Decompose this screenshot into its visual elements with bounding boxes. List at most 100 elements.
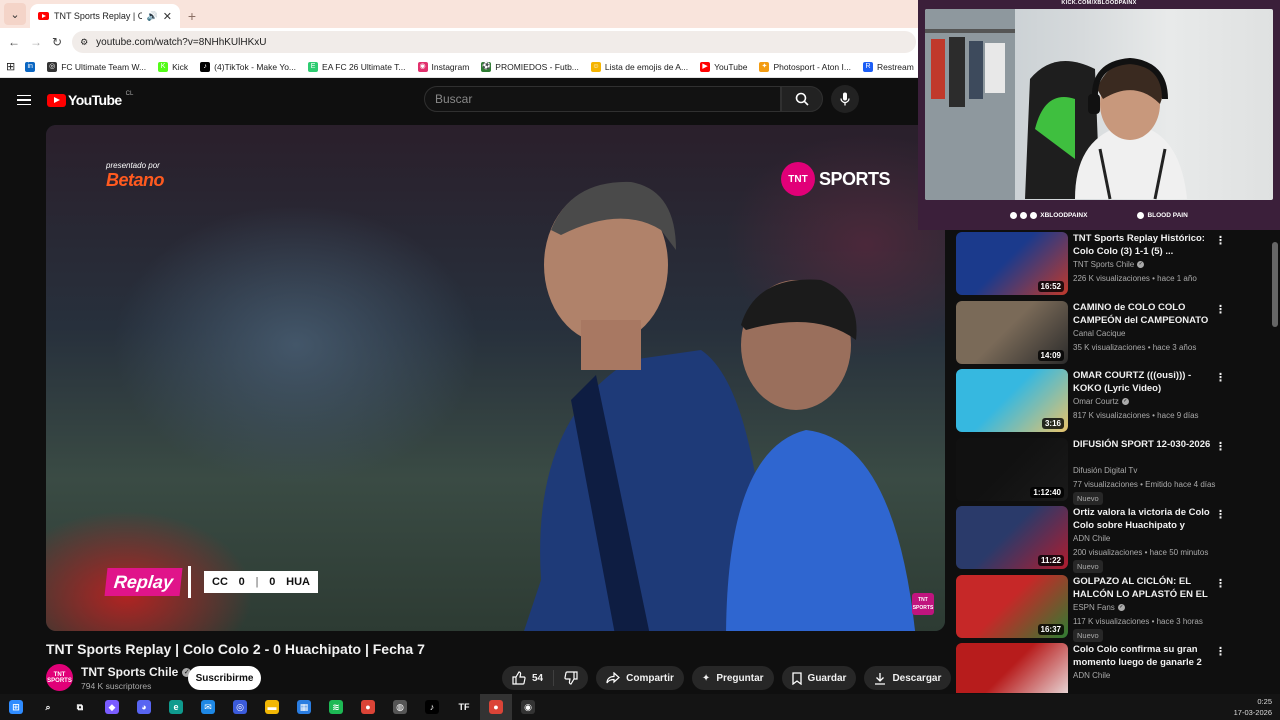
more-options-icon[interactable]: ⋮ (1215, 303, 1226, 316)
recommended-channel[interactable]: ESPN Fans ✓ (1073, 603, 1125, 612)
bookmark-item[interactable]: ♪ (4)TikTok - Make Yo... (198, 61, 298, 72)
bookmark-item[interactable]: R Restream (861, 61, 916, 72)
bookmark-item[interactable]: ◉ Instagram (416, 61, 472, 72)
recommended-video[interactable]: 3:16 OMAR COURTZ (((ousi))) - KOKO (Lyric… (956, 367, 1268, 432)
taskbar-store-icon[interactable]: ▦ (288, 694, 320, 720)
taskbar-tf-icon[interactable]: TF (448, 694, 480, 720)
site-info-icon[interactable]: ⚙ (80, 37, 88, 48)
scrollbar[interactable] (1272, 230, 1278, 693)
taskbar-spotify-icon[interactable]: ≋ (320, 694, 352, 720)
more-options-icon[interactable]: ⋮ (1215, 440, 1226, 453)
bookmark-item[interactable]: ✦ Photosport - Aton I... (757, 61, 853, 72)
recommended-meta: 35 K visualizaciones • hace 3 años (1073, 342, 1197, 352)
recommended-channel[interactable]: Canal Cacique (1073, 329, 1125, 338)
more-options-icon[interactable]: ⋮ (1215, 577, 1226, 590)
recommended-title[interactable]: DIFUSIÓN SPORT 12-030-2026 (1073, 438, 1213, 451)
search-input[interactable]: Buscar (424, 86, 781, 112)
video-thumbnail[interactable]: 14:09 (956, 300, 1068, 364)
recommended-channel-name: Difusión Digital Tv (1073, 465, 1138, 475)
bookmark-item[interactable]: ▶ YouTube (698, 61, 749, 72)
system-clock[interactable]: 0:25 17-03-2026 (1234, 696, 1272, 718)
video-thumbnail[interactable]: 1:12:40 (956, 437, 1068, 501)
video-thumbnail[interactable] (956, 643, 1068, 693)
recommended-video[interactable]: 16:52 TNT Sports Replay Histórico: Colo C… (956, 230, 1268, 295)
bookmark-item[interactable]: ◎ FC Ultimate Team W... (45, 61, 148, 72)
close-tab-icon[interactable]: ✕ (163, 10, 172, 23)
taskbar-ring-icon[interactable]: ◎ (224, 694, 256, 720)
taskbar-mail-icon[interactable]: ✉ (192, 694, 224, 720)
bookmark-item[interactable]: K Kick (156, 61, 190, 72)
bookmark-item[interactable]: E EA FC 26 Ultimate T... (306, 61, 407, 72)
apps-grid-icon[interactable]: ⊞ (6, 60, 15, 73)
voice-search-button[interactable] (831, 85, 859, 113)
taskbar-explorer-icon[interactable]: ▬ (256, 694, 288, 720)
video-player[interactable]: presentado por Betano TNT SPORTS Replay … (46, 125, 945, 631)
tab-search-button[interactable]: ⌄ (4, 3, 26, 25)
more-options-icon[interactable]: ⋮ (1215, 371, 1226, 384)
more-options-icon[interactable]: ⋮ (1215, 234, 1226, 247)
channel-name[interactable]: TNT Sports Chile ✓ (81, 665, 192, 679)
recommended-title[interactable]: GOLPAZO AL CICLÓN: EL HALCÓN LO APLASTÓ … (1073, 575, 1213, 601)
recommended-channel-name: TNT Sports Chile (1073, 260, 1135, 269)
subscribe-button[interactable]: Suscribirme (188, 666, 261, 690)
video-thumbnail[interactable]: 11:22 (956, 506, 1068, 569)
recommended-video[interactable]: 14:09 CAMINO de COLO COLO CAMPEÓN del CAM… (956, 299, 1268, 364)
back-icon[interactable]: ← (8, 35, 20, 49)
browser-tab[interactable]: TNT Sports Replay | Colo C 🔊 ✕ (30, 4, 180, 28)
download-button[interactable]: Descargar (864, 666, 952, 690)
taskbar-obs-icon[interactable]: ◉ (512, 694, 544, 720)
speaker-icon[interactable]: 🔊 (147, 11, 158, 22)
search-glyph-icon: ⌕ (41, 700, 55, 714)
video-thumbnail[interactable]: 3:16 (956, 369, 1068, 432)
address-bar[interactable]: ⚙ youtube.com/watch?v=8NHhKUlHKxU (72, 31, 916, 53)
recommended-title[interactable]: Colo Colo confirma su gran momento luego… (1073, 643, 1213, 669)
recommended-video[interactable]: 11:22 Ortiz valora la victoria de Colo Co… (956, 504, 1268, 573)
bookmark-item[interactable]: ⚽ PROMIEDOS - Futb... (479, 61, 581, 72)
taskbar-search-icon[interactable]: ⌕ (32, 694, 64, 720)
recommended-channel[interactable]: Omar Courtz ✓ (1073, 397, 1129, 406)
spotify-glyph-icon: ≋ (329, 700, 343, 714)
taskbar-chrome-icon[interactable]: ● (352, 694, 384, 720)
recommended-video[interactable]: 16:37 GOLPAZO AL CICLÓN: EL HALCÓN LO APL… (956, 573, 1268, 642)
recommended-channel[interactable]: ADN Chile (1073, 534, 1110, 543)
recommended-title[interactable]: CAMINO de COLO COLO CAMPEÓN del CAMPEONA… (1073, 301, 1213, 327)
recommended-channel[interactable]: ADN Chile (1073, 671, 1110, 680)
taskbar-game-icon[interactable]: ◍ (384, 694, 416, 720)
menu-icon[interactable] (17, 94, 31, 106)
share-button[interactable]: Compartir (596, 666, 684, 690)
channel-avatar[interactable]: TNT SPORTS (46, 664, 73, 691)
taskbar-windows-icon[interactable]: ⊞ (0, 694, 32, 720)
recommended-title[interactable]: OMAR COURTZ (((ousi))) - KOKO (Lyric Vid… (1073, 369, 1213, 395)
ask-button[interactable]: ✦ Preguntar (691, 666, 774, 690)
recommended-title[interactable]: TNT Sports Replay Histórico: Colo Colo (… (1073, 232, 1213, 258)
more-options-icon[interactable]: ⋮ (1215, 508, 1226, 521)
video-thumbnail[interactable]: 16:52 (956, 232, 1068, 295)
dislike-button[interactable] (554, 666, 588, 690)
replay-divider (188, 566, 191, 598)
like-button[interactable]: 54 (502, 666, 553, 690)
bookmark-item[interactable]: in (23, 61, 37, 72)
taskbar-discord-icon[interactable]: ◕ (128, 694, 160, 720)
recommended-title[interactable]: Ortiz valora la victoria de Colo Colo so… (1073, 506, 1213, 532)
search-button[interactable] (781, 86, 823, 112)
bookmark-label: Lista de emojis de A... (604, 61, 689, 72)
youtube-logo[interactable]: YouTube CL (47, 91, 133, 108)
taskbar-copilot-icon[interactable]: ◆ (96, 694, 128, 720)
more-options-icon[interactable]: ⋮ (1215, 645, 1226, 658)
forward-icon[interactable]: → (30, 35, 42, 49)
recommended-channel[interactable]: TNT Sports Chile ✓ (1073, 260, 1145, 269)
scrollbar-thumb[interactable] (1272, 242, 1278, 327)
taskbar-chrome-active-icon[interactable]: ● (480, 694, 512, 720)
ring-glyph-icon: ◎ (233, 700, 247, 714)
recommended-video[interactable]: Colo Colo confirma su gran momento luego… (956, 641, 1268, 693)
save-button[interactable]: Guardar (781, 666, 857, 690)
taskbar-edge-icon[interactable]: e (160, 694, 192, 720)
video-thumbnail[interactable]: 16:37 (956, 574, 1068, 638)
reload-icon[interactable]: ↻ (52, 35, 62, 49)
recommended-video[interactable]: 1:12:40 DIFUSIÓN SPORT 12-030-2026 Difusió… (956, 436, 1268, 505)
taskbar-tiktok-icon[interactable]: ♪ (416, 694, 448, 720)
taskbar-task-view-icon[interactable]: ⧉ (64, 694, 96, 720)
new-tab-button[interactable]: + (180, 8, 204, 24)
recommended-channel[interactable]: Difusión Digital Tv (1073, 466, 1137, 475)
bookmark-item[interactable]: ☺ Lista de emojis de A... (589, 61, 690, 72)
